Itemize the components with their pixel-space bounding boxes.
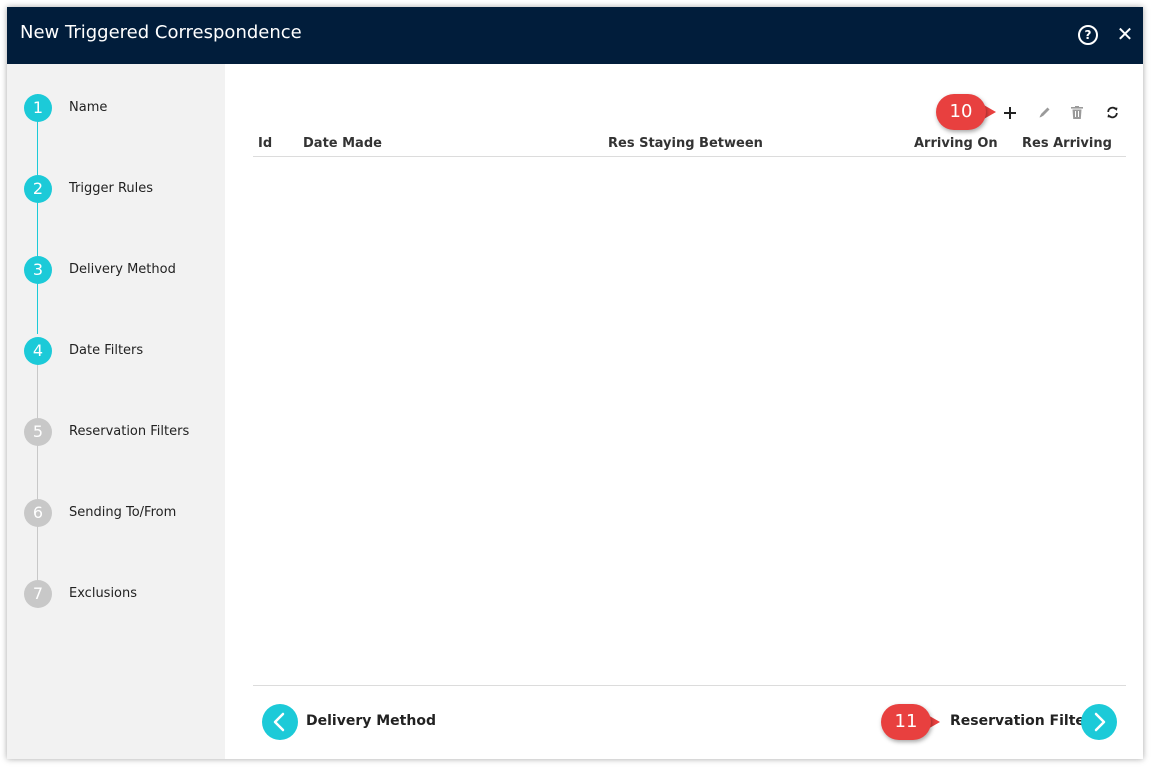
step-number: 7 (24, 580, 52, 608)
step-name[interactable]: 1 Name (24, 94, 224, 122)
next-step-label[interactable]: Reservation Filters (950, 713, 1100, 729)
trash-icon (1071, 106, 1083, 119)
title-bar: New Triggered Correspondence ? ✕ (7, 7, 1143, 64)
step-number: 5 (24, 418, 52, 446)
step-trigger-rules[interactable]: 2 Trigger Rules (24, 175, 224, 203)
step-number: 3 (24, 256, 52, 284)
step-label: Sending To/From (69, 505, 177, 520)
step-sending-to-from[interactable]: 6 Sending To/From (24, 499, 224, 527)
column-header-arriving-on[interactable]: Arriving On (914, 136, 998, 151)
step-connector-pending (37, 364, 38, 586)
step-number: 6 (24, 499, 52, 527)
step-connector-complete (37, 94, 38, 334)
table-body (253, 157, 1126, 684)
step-label: Reservation Filters (69, 424, 190, 439)
next-button[interactable] (1081, 704, 1117, 740)
step-label: Trigger Rules (69, 181, 154, 196)
back-button[interactable] (262, 704, 298, 740)
edit-button[interactable] (1033, 101, 1055, 123)
step-reservation-filters[interactable]: 5 Reservation Filters (24, 418, 224, 446)
column-header-date-made[interactable]: Date Made (303, 136, 382, 151)
column-header-res-arriving[interactable]: Res Arriving (1022, 136, 1112, 151)
step-exclusions[interactable]: 7 Exclusions (24, 580, 224, 608)
refresh-button[interactable] (1101, 101, 1123, 123)
step-number: 2 (24, 175, 52, 203)
column-header-id[interactable]: Id (258, 136, 272, 151)
column-header-res-staying-between[interactable]: Res Staying Between (608, 136, 763, 151)
dialog: New Triggered Correspondence ? ✕ 1 Name … (7, 7, 1143, 759)
refresh-icon (1106, 106, 1118, 119)
step-label: Exclusions (69, 586, 138, 601)
pencil-icon (1039, 107, 1049, 118)
step-date-filters[interactable]: 4 Date Filters (24, 337, 224, 365)
step-number: 4 (24, 337, 52, 365)
callout-badge-add: 10 (936, 94, 986, 130)
step-delivery-method[interactable]: 3 Delivery Method (24, 256, 224, 284)
back-step-label[interactable]: Delivery Method (306, 713, 436, 729)
add-button[interactable] (999, 101, 1021, 123)
step-label: Date Filters (69, 343, 144, 358)
chevron-left-icon (273, 712, 285, 732)
chevron-right-icon (1094, 712, 1106, 732)
wizard-steps-sidebar: 1 Name 2 Trigger Rules 3 Delivery Method… (7, 64, 225, 759)
close-icon[interactable]: ✕ (1114, 23, 1136, 45)
plus-icon (1004, 106, 1016, 119)
footer-divider (253, 685, 1126, 686)
step-label: Name (69, 100, 108, 115)
help-icon[interactable]: ? (1078, 25, 1098, 45)
callout-badge-next: 11 (881, 704, 931, 740)
step-label: Delivery Method (69, 262, 176, 277)
delete-button[interactable] (1066, 101, 1088, 123)
step-number: 1 (24, 94, 52, 122)
dialog-title: New Triggered Correspondence (20, 22, 302, 43)
